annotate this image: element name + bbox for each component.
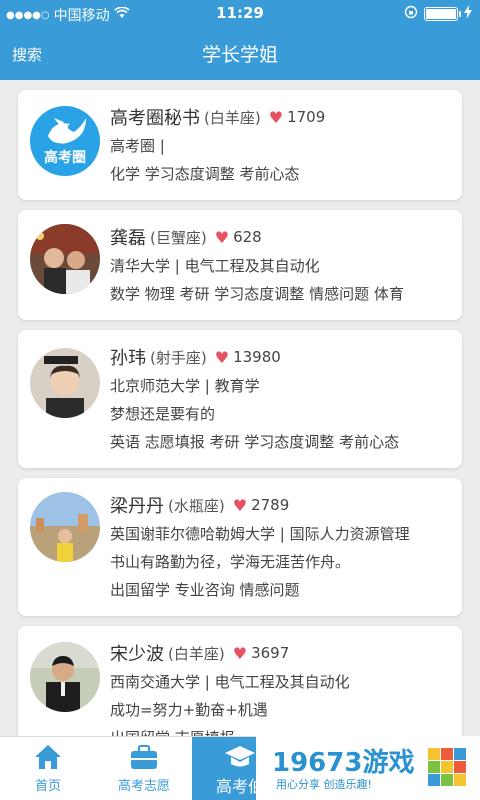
nav-bar: 搜索 学长学姐 bbox=[0, 28, 480, 80]
like-count: 2789 bbox=[251, 496, 290, 514]
rotation-lock-icon bbox=[404, 5, 418, 23]
briefcase-icon bbox=[129, 743, 159, 775]
watermark-subtext: 用心分享 创造乐趣! bbox=[276, 778, 372, 791]
tab-label: 首页 bbox=[34, 779, 61, 794]
motto: 书山有路勤为径，学海无涯苦作舟。 bbox=[110, 553, 351, 571]
mentor-name: 梁丹丹 bbox=[110, 496, 164, 517]
list-item[interactable]: 宋少波 (白羊座) ♥ 3697 西南交通大学 | 电气工程及其自动化 成功=努… bbox=[18, 626, 462, 736]
heart-icon: ♥ bbox=[232, 495, 248, 515]
school-major: 高考圈 | bbox=[110, 137, 165, 155]
school-major: 清华大学 | 电气工程及其自动化 bbox=[110, 257, 320, 275]
avatar bbox=[30, 642, 100, 712]
tags: 出国留学 志愿填报 bbox=[110, 724, 454, 736]
zodiac-sign: (水瓶座) bbox=[168, 496, 225, 515]
like-count: 3697 bbox=[251, 644, 290, 662]
logo-text: 高考圈 bbox=[44, 149, 86, 166]
card-info: 孙玮 (射手座) ♥ 13980 北京师范大学 | 教育学 梦想还是要有的 英语… bbox=[110, 342, 454, 456]
mentor-list[interactable]: 高考圈 高考圈秘书 (白羊座) ♥ 1709 高考圈 | 化学 学习态度调整 考… bbox=[0, 80, 480, 736]
like-count: 628 bbox=[233, 228, 262, 246]
like-count: 1709 bbox=[287, 108, 326, 126]
mentor-name: 宋少波 bbox=[110, 644, 164, 665]
tab-home[interactable]: 首页 bbox=[0, 737, 96, 800]
zodiac-sign: (射手座) bbox=[150, 348, 207, 367]
heart-icon: ♥ bbox=[214, 347, 230, 367]
battery-icon bbox=[424, 7, 461, 21]
card-info: 宋少波 (白羊座) ♥ 3697 西南交通大学 | 电气工程及其自动化 成功=努… bbox=[110, 638, 454, 737]
mentor-name: 孙玮 bbox=[110, 348, 146, 369]
tags: 化学 学习态度调整 考前心态 bbox=[110, 165, 300, 183]
gaokaoquan-logo: 高考圈 bbox=[44, 118, 86, 166]
heart-icon: ♥ bbox=[232, 643, 248, 663]
watermark: 19673游戏 用心分享 创造乐趣! bbox=[256, 736, 480, 800]
list-item[interactable]: 孙玮 (射手座) ♥ 13980 北京师范大学 | 教育学 梦想还是要有的 英语… bbox=[18, 330, 462, 468]
heart-icon: ♥ bbox=[268, 107, 284, 127]
page-title: 学长学姐 bbox=[201, 44, 278, 66]
card-info: 龚磊 (巨蟹座) ♥ 628 清华大学 | 电气工程及其自动化 数学 物理 考研… bbox=[110, 222, 454, 308]
list-item[interactable]: 梁丹丹 (水瓶座) ♥ 2789 英国谢菲尔德哈勒姆大学 | 国际人力资源管理 … bbox=[18, 478, 462, 616]
avatar bbox=[30, 492, 100, 562]
cube-logo-icon bbox=[428, 748, 466, 786]
motto: 成功=努力+勤奋+机遇 bbox=[110, 701, 268, 719]
heart-icon: ♥ bbox=[214, 227, 230, 247]
card-info: 高考圈秘书 (白羊座) ♥ 1709 高考圈 | 化学 学习态度调整 考前心态 bbox=[110, 102, 454, 188]
zodiac-sign: (白羊座) bbox=[168, 644, 225, 663]
zodiac-sign: (巨蟹座) bbox=[150, 228, 207, 247]
avatar: 高考圈 bbox=[30, 106, 100, 176]
mentor-name: 高考圈秘书 bbox=[110, 108, 200, 129]
school-major: 西南交通大学 | 电气工程及其自动化 bbox=[110, 673, 350, 691]
tab-label: 高考志愿 bbox=[117, 779, 170, 794]
tags: 数学 物理 考研 学习态度调整 情感问题 体育 bbox=[110, 285, 404, 303]
charging-icon bbox=[464, 5, 472, 23]
tags: 英语 志愿填报 考研 学习态度调整 考前心态 bbox=[110, 433, 400, 451]
list-item[interactable]: 龚磊 (巨蟹座) ♥ 628 清华大学 | 电气工程及其自动化 数学 物理 考研… bbox=[18, 210, 462, 320]
tab-gaokao-zhiyuan[interactable]: 高考志愿 bbox=[96, 737, 192, 800]
avatar bbox=[30, 224, 100, 294]
mentor-name: 龚磊 bbox=[110, 228, 146, 249]
graduation-cap-icon bbox=[223, 743, 257, 775]
motto: 梦想还是要有的 bbox=[110, 405, 216, 423]
school-major: 北京师范大学 | 教育学 bbox=[110, 377, 260, 395]
zodiac-sign: (白羊座) bbox=[204, 108, 261, 127]
watermark-text: 19673游戏 bbox=[272, 748, 415, 778]
card-info: 梁丹丹 (水瓶座) ♥ 2789 英国谢菲尔德哈勒姆大学 | 国际人力资源管理 … bbox=[110, 490, 454, 604]
tags: 出国留学 专业咨询 情感问题 bbox=[110, 581, 300, 599]
school-major: 英国谢菲尔德哈勒姆大学 | 国际人力资源管理 bbox=[110, 525, 410, 543]
list-item[interactable]: 高考圈 高考圈秘书 (白羊座) ♥ 1709 高考圈 | 化学 学习态度调整 考… bbox=[18, 90, 462, 200]
avatar bbox=[30, 348, 100, 418]
status-bar: ●●●●○ 中国移动 11:29 bbox=[0, 0, 480, 28]
home-icon bbox=[33, 743, 63, 775]
like-count: 13980 bbox=[233, 348, 281, 366]
